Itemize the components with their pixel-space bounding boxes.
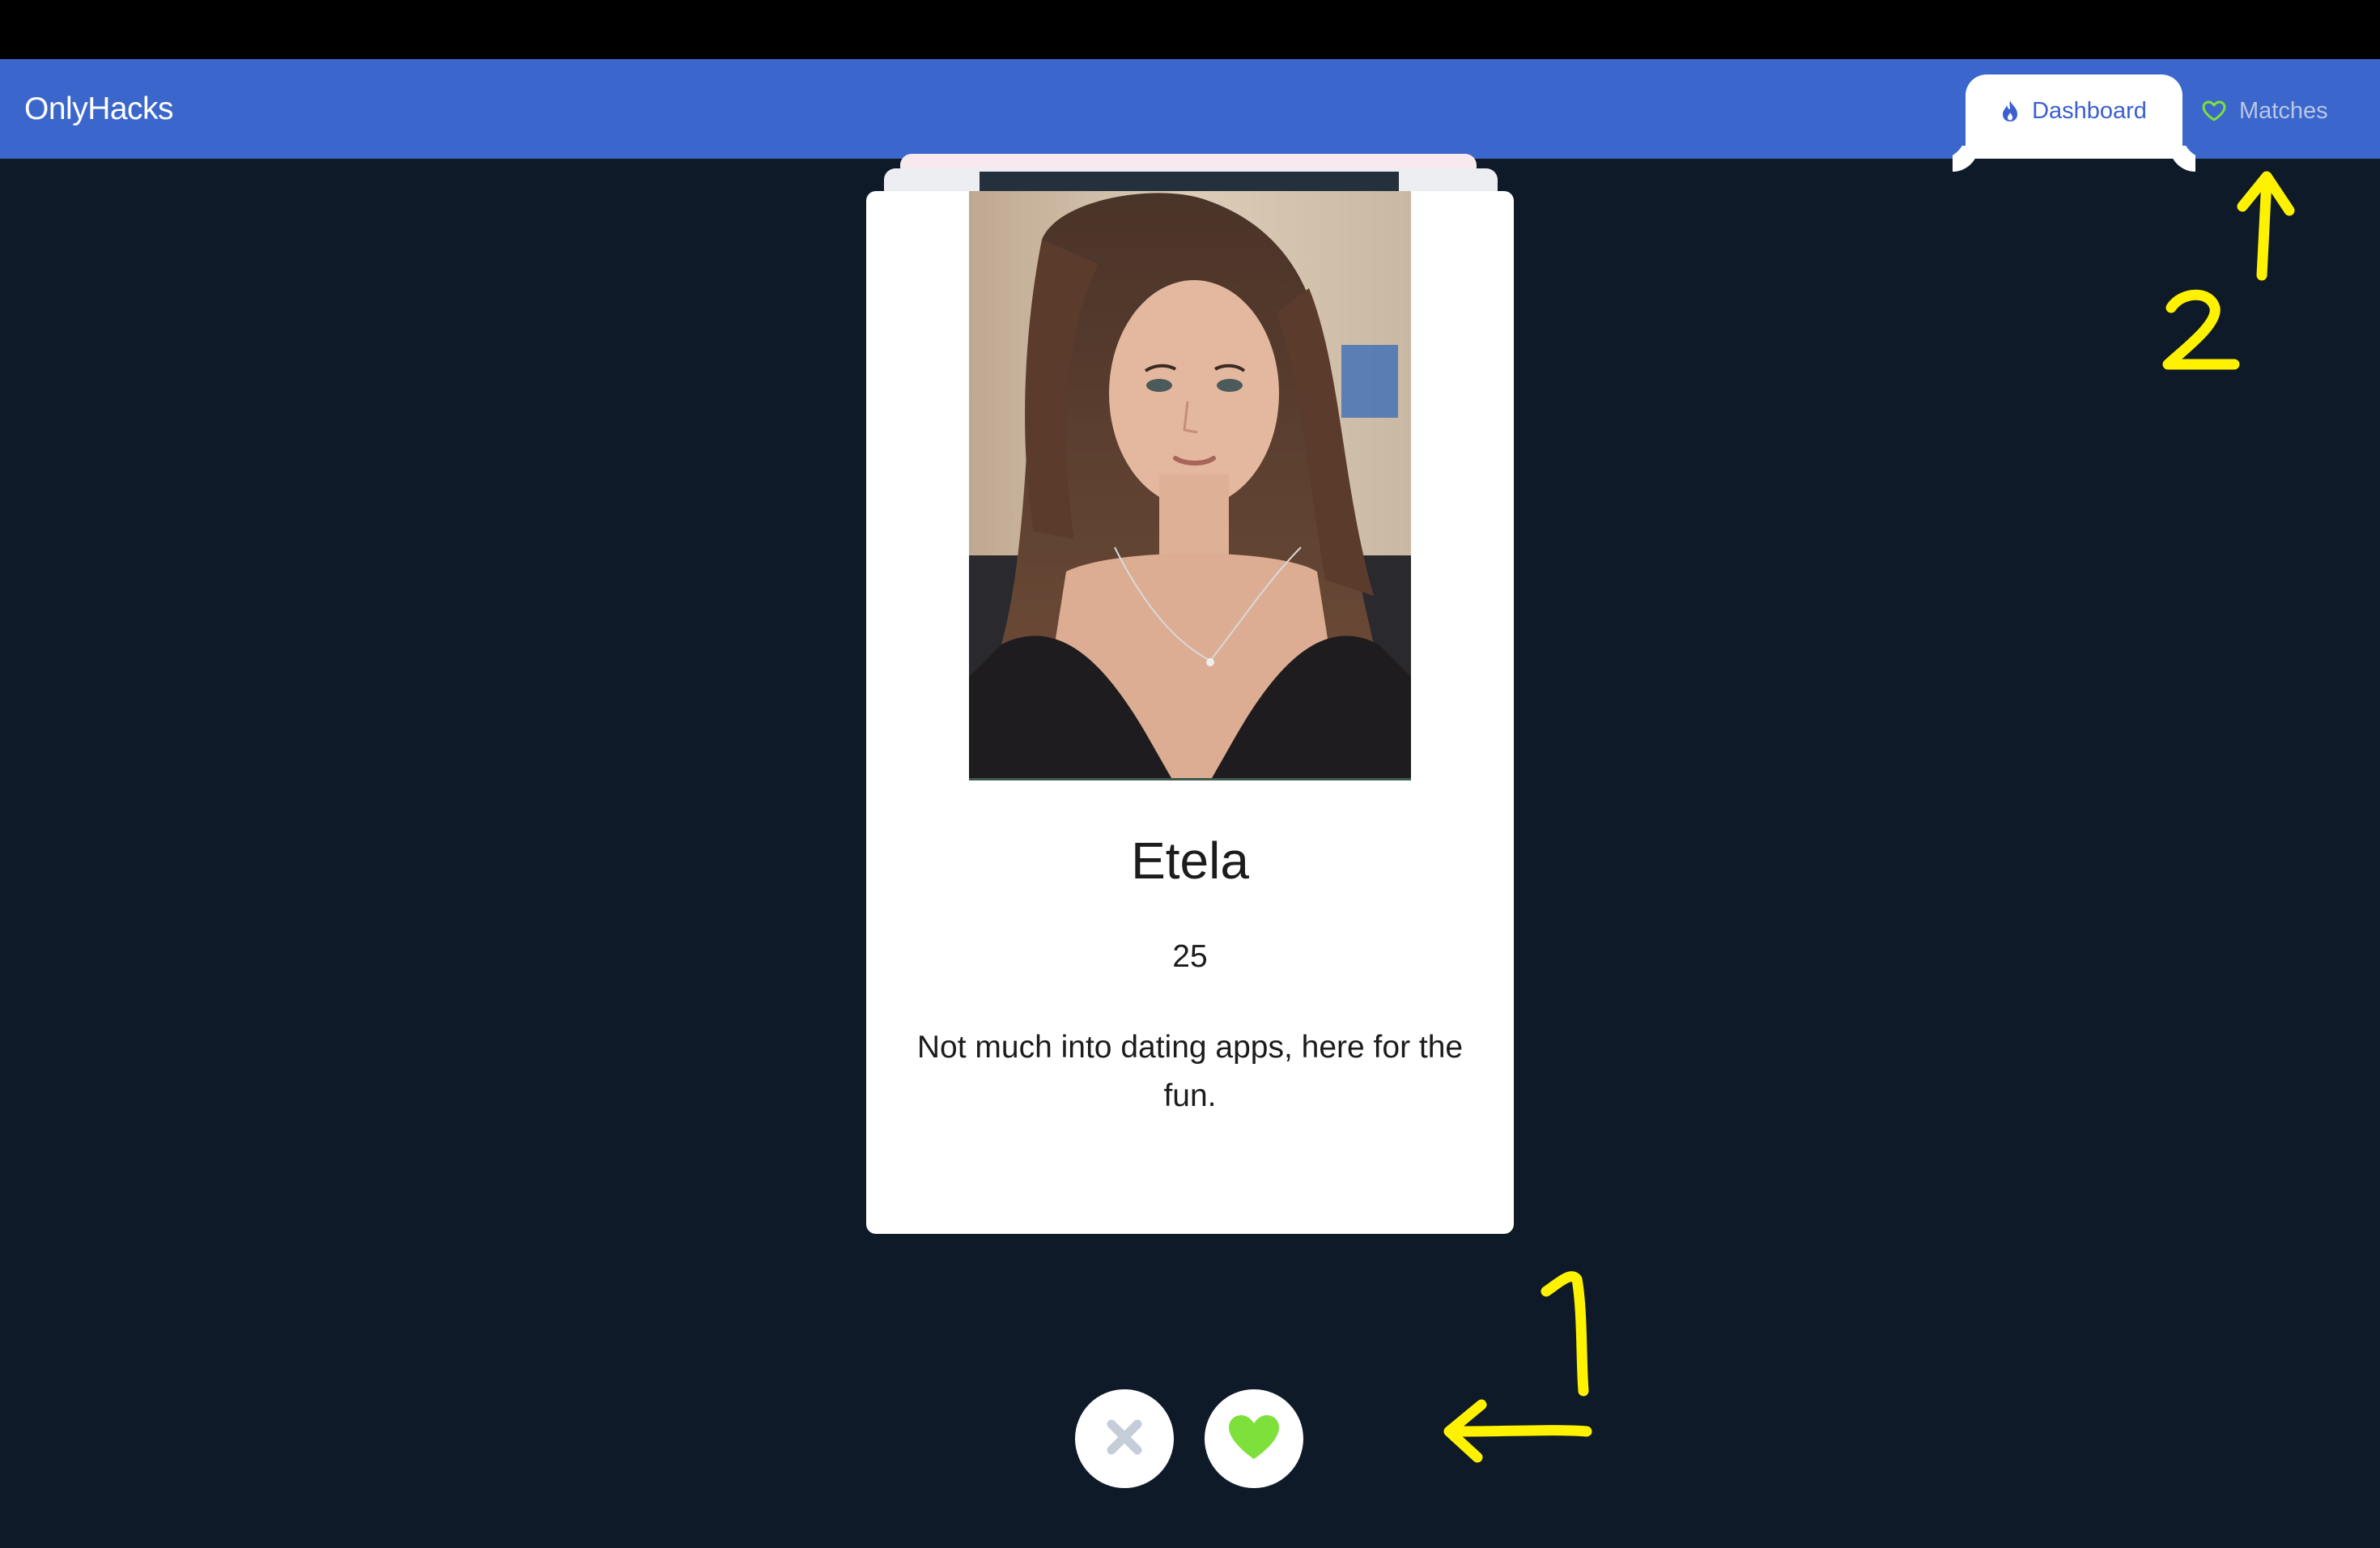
heart-outline-icon [2202, 100, 2226, 121]
tab-matches-label: Matches [2239, 97, 2328, 124]
like-button[interactable] [1205, 1389, 1303, 1488]
annotation-1 [1443, 1271, 1592, 1463]
close-icon [1104, 1417, 1145, 1461]
heart-icon [1227, 1414, 1281, 1465]
annotation-2 [2162, 171, 2295, 370]
navbar: OnlyHacks Dashboard Matches [0, 59, 2380, 159]
profile-photo [969, 191, 1411, 780]
tab-dashboard-label: Dashboard [2032, 97, 2147, 124]
flame-icon [2001, 100, 2019, 122]
dislike-button[interactable] [1075, 1389, 1174, 1488]
window-top-strip [0, 0, 2380, 59]
tab-matches[interactable]: Matches [2202, 74, 2364, 159]
tab-dashboard[interactable]: Dashboard [1966, 74, 2182, 159]
stacked-card-photo [980, 172, 1399, 193]
profile-name: Etela [1131, 831, 1249, 890]
profile-bio: Not much into dating apps, here for the … [916, 1030, 1464, 1113]
profile-card[interactable]: Etela 25 Not much into dating apps, here… [866, 191, 1514, 1234]
profile-age: 25 [1172, 939, 1208, 974]
brand-logo[interactable]: OnlyHacks [24, 59, 174, 159]
